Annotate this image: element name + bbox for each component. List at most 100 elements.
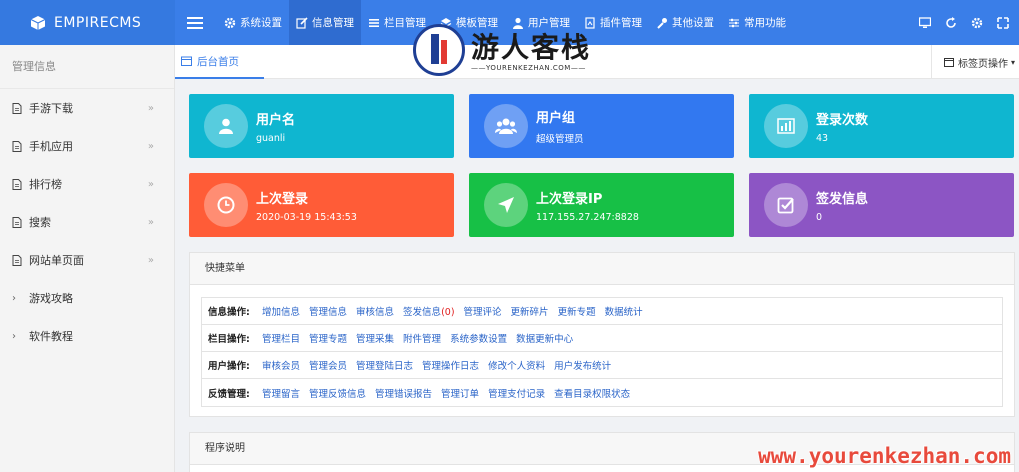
circle-badge bbox=[204, 183, 248, 227]
sidebar-item-rankings[interactable]: 排行榜 » bbox=[0, 165, 174, 203]
quick-menu-table: 信息操作: 增加信息 管理信息 审核信息 签发信息(0) 管理评论 更新碎片 更… bbox=[201, 297, 1003, 407]
link-add-info[interactable]: 增加信息 bbox=[262, 304, 300, 318]
brand[interactable]: EMPIRECMS bbox=[0, 0, 175, 45]
card-title: 签发信息 bbox=[816, 191, 869, 207]
cube-icon bbox=[30, 15, 46, 30]
link-manage-orders[interactable]: 管理订单 bbox=[441, 386, 479, 400]
double-chevron-right-icon: » bbox=[147, 178, 154, 190]
sliders-icon bbox=[729, 18, 739, 27]
link-review-info[interactable]: 审核信息 bbox=[356, 304, 394, 318]
document-icon bbox=[12, 140, 22, 152]
link-manage-collection[interactable]: 管理采集 bbox=[356, 331, 394, 345]
monitor-icon[interactable] bbox=[919, 16, 931, 29]
edit-icon bbox=[296, 16, 308, 29]
link-update-topics[interactable]: 更新专题 bbox=[558, 304, 596, 318]
nav-item-common-functions[interactable]: 常用功能 bbox=[721, 0, 793, 45]
row-label: 反馈管理: bbox=[208, 388, 250, 400]
link-login-logs[interactable]: 管理登陆日志 bbox=[356, 358, 413, 372]
link-manage-comments[interactable]: 管理评论 bbox=[464, 304, 502, 318]
link-attachment-management[interactable]: 附件管理 bbox=[403, 331, 441, 345]
user-icon bbox=[219, 118, 233, 134]
double-chevron-right-icon: » bbox=[147, 216, 154, 228]
document-icon bbox=[12, 102, 22, 114]
settings-gear-icon[interactable] bbox=[971, 17, 983, 29]
circle-badge bbox=[484, 183, 528, 227]
quick-menu-title: 快捷菜单 bbox=[190, 253, 1014, 285]
sidebar-item-label: 手机应用 bbox=[29, 140, 73, 153]
sidebar-item-search[interactable]: 搜索 » bbox=[0, 203, 174, 241]
nav-item-other-settings[interactable]: 其他设置 bbox=[649, 0, 721, 45]
nav-item-system-settings[interactable]: 系统设置 bbox=[217, 0, 289, 45]
link-manage-topics[interactable]: 管理专题 bbox=[309, 331, 347, 345]
sidebar-item-mobile-apps[interactable]: 手机应用 » bbox=[0, 127, 174, 165]
sidebar-item-game-guides[interactable]: › 游戏攻略 bbox=[0, 279, 174, 317]
chevron-right-icon: › bbox=[12, 330, 16, 342]
card-value: guanli bbox=[256, 132, 286, 144]
nav-label: 插件管理 bbox=[600, 17, 642, 29]
card-username: 用户名 guanli bbox=[189, 94, 454, 158]
quick-row-info: 信息操作: 增加信息 管理信息 审核信息 签发信息(0) 管理评论 更新碎片 更… bbox=[202, 298, 1002, 325]
calendar-icon bbox=[181, 56, 192, 66]
card-value: 超级管理员 bbox=[536, 134, 584, 145]
sidebar-item-single-pages[interactable]: 网站单页面 » bbox=[0, 241, 174, 279]
sidebar-item-label: 手游下载 bbox=[29, 102, 73, 115]
link-system-parameters[interactable]: 系统参数设置 bbox=[450, 331, 507, 345]
link-issue-info[interactable]: 签发信息(0) bbox=[403, 304, 454, 318]
clock-icon bbox=[217, 196, 235, 214]
card-value: 43 bbox=[816, 132, 829, 144]
document-icon bbox=[12, 254, 22, 266]
link-manage-messages[interactable]: 管理留言 bbox=[262, 386, 300, 400]
double-chevron-right-icon: » bbox=[147, 254, 154, 266]
card-value: 2020-03-19 15:43:53 bbox=[256, 211, 357, 223]
link-review-members[interactable]: 审核会员 bbox=[262, 358, 300, 372]
nav-label: 信息管理 bbox=[312, 17, 354, 29]
nav-label: 系统设置 bbox=[240, 17, 282, 29]
link-operation-logs[interactable]: 管理操作日志 bbox=[422, 358, 479, 372]
users-icon bbox=[495, 118, 517, 134]
pending-count-badge: (0) bbox=[441, 307, 455, 318]
link-error-reports[interactable]: 管理错误报告 bbox=[375, 386, 432, 400]
watermark-subtitle: ——YOURENKEZHAN.COM—— bbox=[471, 64, 586, 72]
watermark-logo: 游人客栈 ——YOURENKEZHAN.COM—— bbox=[413, 24, 603, 76]
quick-row-user: 用户操作: 审核会员 管理会员 管理登陆日志 管理操作日志 修改个人资料 用户发… bbox=[202, 352, 1002, 379]
link-manage-columns[interactable]: 管理栏目 bbox=[262, 331, 300, 345]
link-directory-permissions[interactable]: 查看目录权限状态 bbox=[554, 386, 630, 400]
menu-toggle-icon[interactable] bbox=[187, 16, 203, 29]
row-label: 用户操作: bbox=[208, 361, 250, 372]
link-update-fragments[interactable]: 更新碎片 bbox=[511, 304, 549, 318]
link-label: 签发信息 bbox=[403, 307, 442, 318]
tab-home[interactable]: 后台首页 bbox=[175, 45, 264, 79]
expand-icon[interactable] bbox=[997, 16, 1009, 29]
sidebar-item-label: 游戏攻略 bbox=[29, 292, 73, 305]
link-user-post-stats[interactable]: 用户发布统计 bbox=[554, 358, 611, 372]
tab-label: 后台首页 bbox=[197, 55, 239, 68]
watermark-sub-text: YOURENKEZHAN.COM bbox=[486, 64, 571, 72]
link-manage-members[interactable]: 管理会员 bbox=[309, 358, 347, 372]
check-square-icon bbox=[777, 197, 794, 214]
link-payment-records[interactable]: 管理支付记录 bbox=[488, 386, 545, 400]
sidebar-item-label: 软件教程 bbox=[29, 330, 73, 343]
refresh-icon[interactable] bbox=[945, 16, 957, 29]
logo-bar bbox=[431, 34, 439, 64]
chevron-right-icon: › bbox=[12, 292, 16, 304]
sidebar-item-game-downloads[interactable]: 手游下载 » bbox=[0, 89, 174, 127]
card-title: 用户组 bbox=[536, 111, 576, 126]
sidebar: 管理信息 手游下载 » 手机应用 » 排行榜 » 搜索 » 网站单页面 » › … bbox=[0, 45, 175, 472]
card-last-login: 上次登录 2020-03-19 15:43:53 bbox=[189, 173, 454, 237]
link-manage-feedback[interactable]: 管理反馈信息 bbox=[309, 386, 366, 400]
caret-down-icon: ▾ bbox=[1010, 57, 1015, 67]
circle-badge bbox=[204, 104, 248, 148]
card-value: 117.155.27.247:8828 bbox=[536, 211, 639, 223]
card-login-count: 登录次数 43 bbox=[749, 94, 1014, 158]
sidebar-item-software-tutorials[interactable]: › 软件教程 bbox=[0, 317, 174, 355]
link-data-statistics[interactable]: 数据统计 bbox=[605, 304, 643, 318]
double-chevron-right-icon: » bbox=[147, 102, 154, 114]
link-data-update-center[interactable]: 数据更新中心 bbox=[516, 331, 573, 345]
card-title: 登录次数 bbox=[816, 112, 869, 128]
watermark-title: 游人客栈 bbox=[471, 31, 592, 64]
sidebar-item-label: 搜索 bbox=[29, 216, 51, 229]
link-manage-info[interactable]: 管理信息 bbox=[309, 304, 347, 318]
link-edit-profile[interactable]: 修改个人资料 bbox=[488, 358, 545, 372]
nav-item-info-management[interactable]: 信息管理 bbox=[289, 0, 361, 45]
tab-operations-dropdown[interactable]: 标签页操作 ▾ bbox=[930, 45, 1019, 79]
